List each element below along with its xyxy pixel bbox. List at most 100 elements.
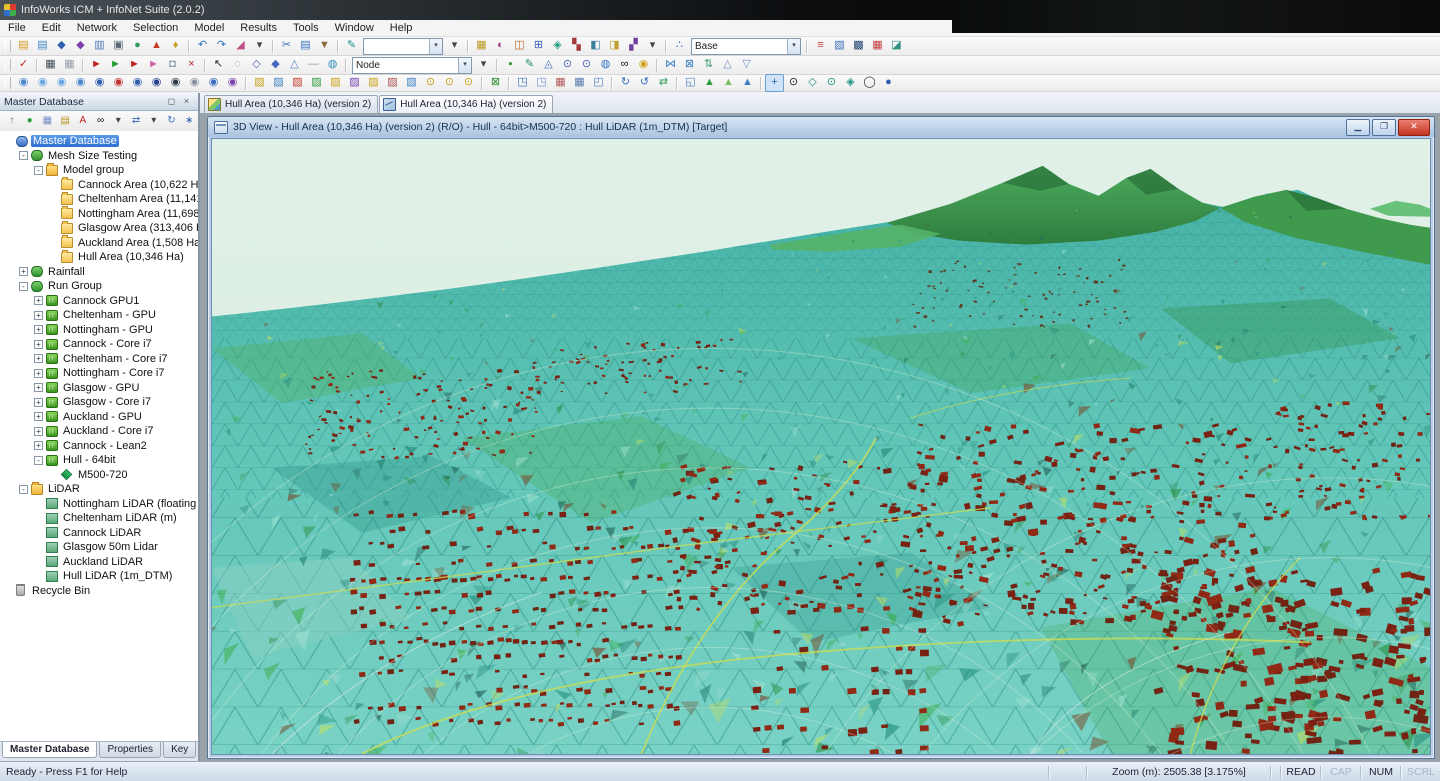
tree-item[interactable]: Hull Area (10,346 Ha) (0, 250, 198, 265)
tree-expander-icon[interactable]: + (34, 412, 43, 421)
highlight-icon[interactable]: ◉ (634, 56, 653, 74)
smooth-icon[interactable]: ▽ (737, 56, 756, 74)
tree-item[interactable]: -Run Group (0, 279, 198, 294)
panel-menu-icon[interactable]: ◻ (164, 95, 179, 109)
tree-item[interactable]: +Nottingham - Core i7 (0, 366, 198, 381)
search-layer-2-icon[interactable]: ⊙ (440, 74, 459, 92)
window-cmd-5-icon[interactable]: ▨ (326, 74, 345, 92)
rotate-cw-icon[interactable]: ↻ (616, 74, 635, 92)
zoom-window-icon[interactable]: ⊙ (784, 74, 803, 92)
scenario-icon[interactable]: ♦ (166, 37, 185, 55)
update-from-database-icon[interactable]: ◆ (71, 37, 90, 55)
flip-link-icon[interactable]: ⇅ (699, 56, 718, 74)
search-layer-1-icon[interactable]: ⊙ (421, 74, 440, 92)
scenario-combo[interactable]: ▾ (363, 38, 443, 55)
zoom-extent-icon[interactable]: ◇ (803, 74, 822, 92)
view-tool-5-icon[interactable]: ◉ (90, 74, 109, 92)
sync-icon[interactable]: ↻ (163, 113, 181, 130)
tree-expander-icon[interactable]: + (34, 369, 43, 378)
validate-db-icon[interactable]: ● (21, 113, 39, 130)
zoom-in-icon[interactable]: ⊙ (558, 56, 577, 74)
menu-results[interactable]: Results (232, 20, 285, 36)
binoculars-icon[interactable]: ∞ (615, 56, 634, 74)
refresh-icon[interactable]: ⇄ (654, 74, 673, 92)
trace-icon[interactable]: △ (285, 56, 304, 74)
document-tab-1[interactable]: Hull Area (10,346 Ha) (version 2) (204, 95, 378, 113)
symbols-icon[interactable]: ◈ (548, 37, 567, 55)
cascade-icon[interactable]: ◳ (513, 74, 532, 92)
tree-expander-icon[interactable]: - (19, 282, 28, 291)
lasso-select-icon[interactable]: ◌ (228, 56, 247, 74)
spatial-select-icon[interactable]: ◍ (323, 56, 342, 74)
lock-icon[interactable]: ◘ (163, 56, 182, 74)
grid-red-icon[interactable]: ▦ (551, 74, 570, 92)
orbit-icon[interactable]: ◯ (860, 74, 879, 92)
window-cmd-1-icon[interactable]: ▨ (250, 74, 269, 92)
split-link-icon[interactable]: ⋈ (661, 56, 680, 74)
view-tool-7-icon[interactable]: ◉ (128, 74, 147, 92)
move-vertex-icon[interactable]: ◬ (539, 56, 558, 74)
view-tool-8-icon[interactable]: ◉ (147, 74, 166, 92)
label-icon[interactable]: A (74, 113, 92, 130)
tree-item[interactable]: Cheltenham LiDAR (m) (0, 511, 198, 526)
3d-view-titlebar[interactable]: 3D View - Hull Area (10,346 Ha) (version… (208, 117, 1434, 137)
window-cmd-8-icon[interactable]: ▨ (383, 74, 402, 92)
simplify-icon[interactable]: △ (718, 56, 737, 74)
tree-item[interactable]: +Cannock - Core i7 (0, 337, 198, 352)
find-icon[interactable]: ∞ (92, 113, 110, 130)
tree-expander-icon[interactable]: + (34, 427, 43, 436)
menu-help[interactable]: Help (382, 20, 421, 36)
validate-icon[interactable]: ✓ (14, 56, 33, 74)
network-icon[interactable]: ∗ (180, 113, 198, 130)
tree-item[interactable]: Recycle Bin (0, 584, 198, 599)
tree-item[interactable]: Cheltenham Area (11,141 Ha) (0, 192, 198, 207)
menu-window[interactable]: Window (327, 20, 382, 36)
tree-expander-icon[interactable]: - (34, 456, 43, 465)
save-icon[interactable]: ▣ (109, 37, 128, 55)
close-results-icon[interactable]: ▦ (868, 37, 887, 55)
tree-expander-icon[interactable]: + (34, 325, 43, 334)
search-layer-3-icon[interactable]: ⊙ (459, 74, 478, 92)
tree-item[interactable]: +Nottingham - GPU (0, 323, 198, 338)
rotate-ccw-icon[interactable]: ↺ (635, 74, 654, 92)
menu-model[interactable]: Model (186, 20, 232, 36)
dropdown-arrow-icon[interactable]: ▾ (445, 37, 464, 55)
tree-item[interactable]: +Auckland - Core i7 (0, 424, 198, 439)
new-transportable-icon[interactable]: ▤ (14, 37, 33, 55)
close-all-icon[interactable]: ⊠ (486, 74, 505, 92)
open-database-icon[interactable]: ▤ (33, 37, 52, 55)
close-icon[interactable]: ✕ (1398, 119, 1430, 136)
view-tool-11-icon[interactable]: ◉ (204, 74, 223, 92)
tree-item[interactable]: +Cannock GPU1 (0, 294, 198, 309)
maximize-icon[interactable]: ❐ (1372, 119, 1396, 136)
view-tool-4-icon[interactable]: ◉ (71, 74, 90, 92)
minimize-icon[interactable]: ▁ (1346, 119, 1370, 136)
panel-tab-master-database[interactable]: Master Database (2, 742, 97, 758)
tree-expander-icon[interactable]: + (34, 354, 43, 363)
tree-item[interactable]: Cannock Area (10,622 Ha) (0, 178, 198, 193)
mesh-icon[interactable]: ▲ (147, 37, 166, 55)
labels-icon[interactable]: ◫ (510, 37, 529, 55)
browse-database-icon[interactable]: ▥ (90, 37, 109, 55)
tree-item[interactable]: +Cannock - Lean2 (0, 439, 198, 454)
window-cmd-9-icon[interactable]: ▨ (402, 74, 421, 92)
cut-icon[interactable]: ✂ (277, 37, 296, 55)
dropdown-arrow-icon[interactable]: ▾ (250, 37, 269, 55)
copy-icon[interactable]: ▤ (56, 113, 74, 130)
commit-changes-icon[interactable]: ◆ (52, 37, 71, 55)
tree-item[interactable]: +Glasgow - Core i7 (0, 395, 198, 410)
tree-expander-icon[interactable]: - (34, 166, 43, 175)
tree-item[interactable]: -LiDAR (0, 482, 198, 497)
view-tool-10-icon[interactable]: ◉ (185, 74, 204, 92)
tree-expander-icon[interactable]: + (34, 340, 43, 349)
tree-item[interactable]: Cannock LiDAR (0, 526, 198, 541)
digitise-icon[interactable]: ✎ (520, 56, 539, 74)
tree-expander-icon[interactable]: + (34, 441, 43, 450)
dark-grid-icon[interactable]: ▩ (849, 37, 868, 55)
3d-view-viewport[interactable] (211, 138, 1431, 755)
results-grid-icon[interactable]: ▧ (830, 37, 849, 55)
tree-item[interactable]: Glasgow 50m Lidar (0, 540, 198, 555)
dropdown-arrow-icon[interactable]: ▾ (145, 113, 163, 130)
flood-map-icon[interactable]: ▚ (567, 37, 586, 55)
undo-icon[interactable]: ↶ (193, 37, 212, 55)
